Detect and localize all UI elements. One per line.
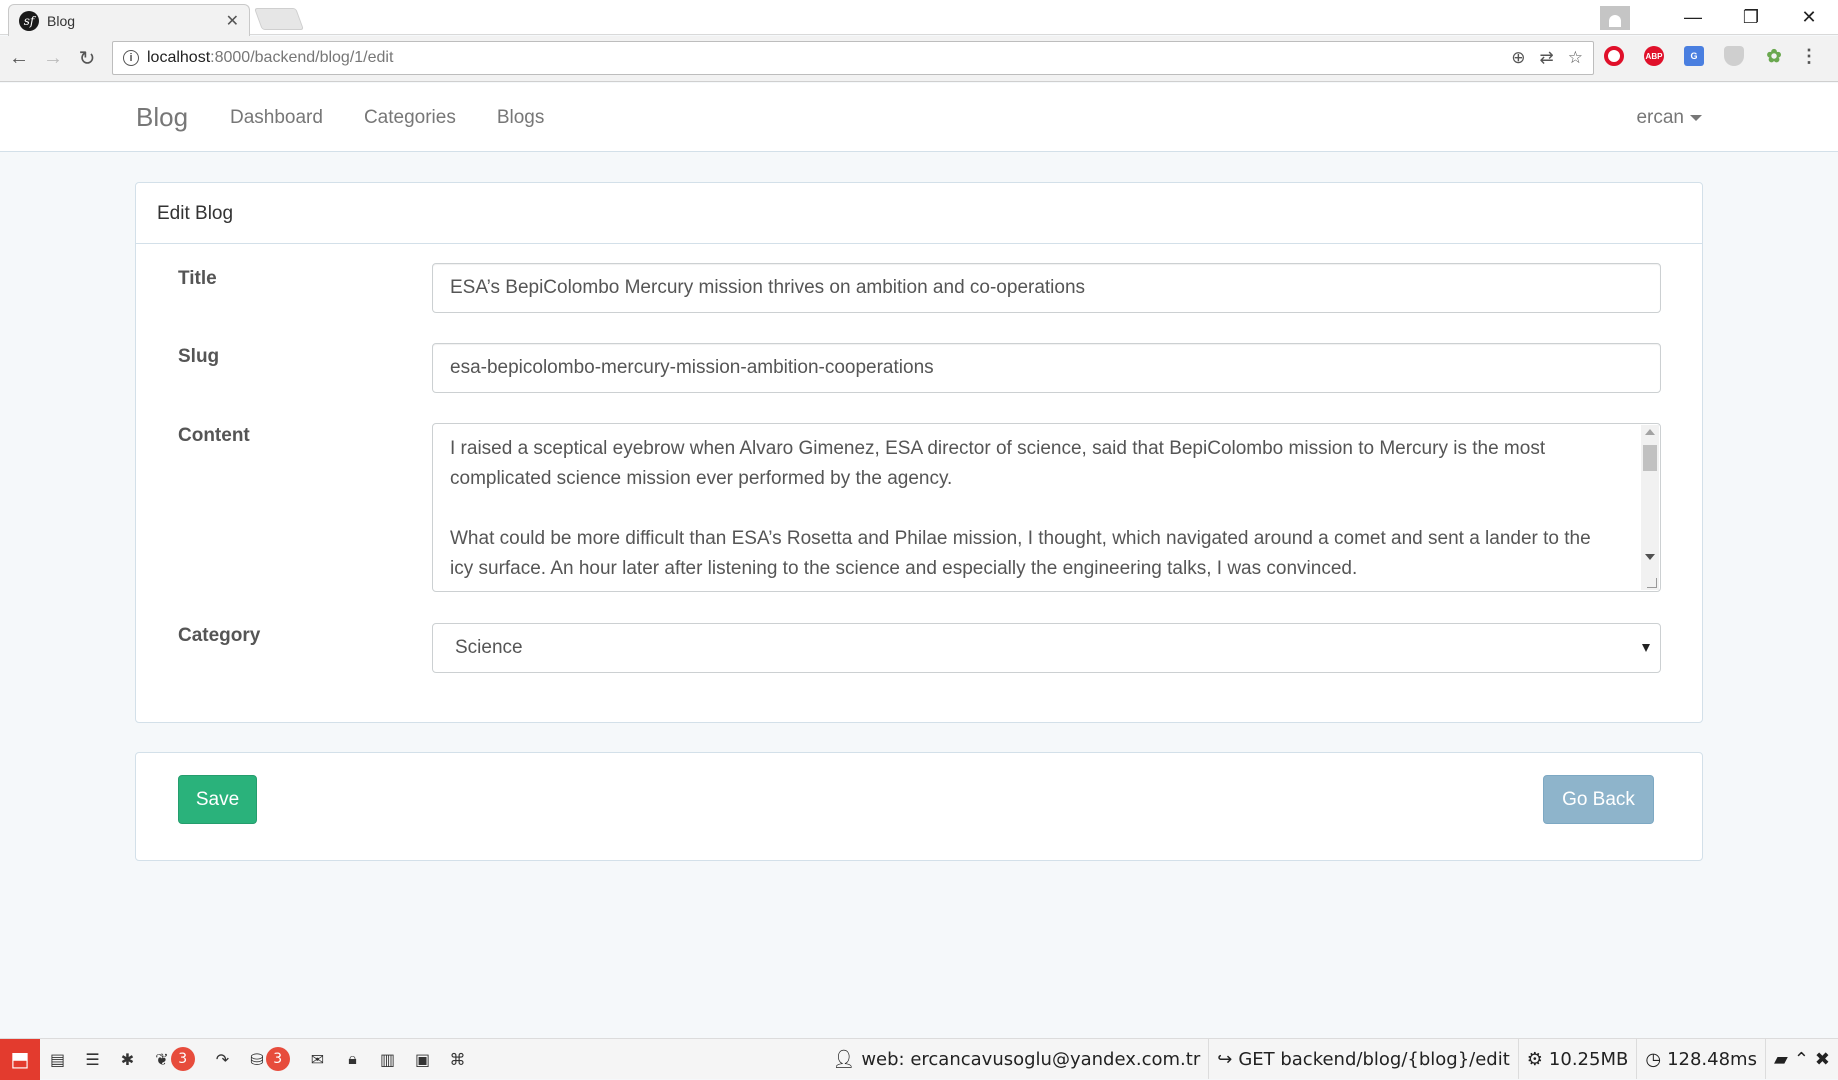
- title-input[interactable]: ESA’s BepiColombo Mercury mission thrive…: [432, 263, 1661, 313]
- form-icon[interactable]: ▥: [370, 1050, 405, 1069]
- symfony-logo-icon[interactable]: ⬒: [0, 1038, 40, 1080]
- resize-handle-icon[interactable]: [1647, 578, 1657, 588]
- doctrine-icon[interactable]: ❦ 3: [145, 1047, 205, 1071]
- window-controls: — ❐ ✕: [1600, 0, 1838, 35]
- db-count-badge: 3: [265, 1047, 290, 1071]
- lock-icon[interactable]: 🔒︎: [335, 1049, 370, 1069]
- config-icon[interactable]: ☰: [75, 1050, 110, 1069]
- mail-icon[interactable]: ✉: [300, 1050, 335, 1069]
- user-icon: 👤︎: [832, 1048, 856, 1070]
- content-paragraph: What could be more difficult than ESA’s …: [450, 528, 1591, 579]
- select-arrow-icon: [1642, 644, 1650, 652]
- url-host: localhost: [147, 49, 211, 66]
- scroll-thumb[interactable]: [1643, 445, 1657, 471]
- toolbar-controls: ▰ ⌃ ✖: [1764, 1039, 1838, 1079]
- route-text: GET backend/blog/{blog}/edit: [1238, 1048, 1510, 1070]
- browser-toolbar: ← → ↻ i localhost:8000/backend/blog/1/ed…: [0, 36, 1838, 82]
- actions-panel: Save Go Back: [135, 752, 1703, 861]
- slug-input[interactable]: esa-bepicolombo-mercury-mission-ambition…: [432, 343, 1661, 393]
- menu-icon[interactable]: ⋮: [1800, 46, 1818, 66]
- database-icon[interactable]: ⛁ 3: [240, 1047, 300, 1071]
- nav-link-blogs[interactable]: Blogs: [497, 107, 545, 129]
- route-segment[interactable]: ↪ GET backend/blog/{blog}/edit: [1208, 1039, 1518, 1079]
- extensions-area: ABP G ✿ ⋮: [1604, 46, 1818, 66]
- caret-down-icon: [1690, 114, 1702, 121]
- user-dropdown[interactable]: ercan: [1636, 107, 1702, 129]
- doctrine-count-badge: 3: [170, 1047, 195, 1071]
- bookmark-star-icon[interactable]: ☆: [1568, 48, 1583, 68]
- app-navbar: Blog Dashboard Categories Blogs ercan: [0, 83, 1838, 152]
- minimize-button[interactable]: —: [1664, 7, 1722, 28]
- leaf-icon[interactable]: ✿: [1764, 46, 1784, 66]
- zoom-icon[interactable]: ⊕: [1511, 48, 1525, 68]
- time-segment[interactable]: ◷ 128.48ms: [1636, 1039, 1765, 1079]
- abp-icon[interactable]: ABP: [1644, 46, 1664, 66]
- reload-icon[interactable]: ↻: [72, 46, 102, 71]
- url-path: :8000/backend/blog/1/edit: [210, 49, 394, 66]
- scroll-down-icon[interactable]: [1645, 554, 1655, 560]
- brand-link[interactable]: Blog: [136, 102, 188, 133]
- panel-heading: Edit Blog: [136, 183, 1702, 244]
- content-paragraph: I raised a sceptical eyebrow when Alvaro…: [450, 438, 1546, 489]
- tab-title: Blog: [47, 12, 76, 29]
- browser-tabstrip: sf Blog ✕ — ❐ ✕: [0, 0, 1838, 36]
- category-select[interactable]: Science: [432, 623, 1661, 673]
- close-tab-icon[interactable]: ✕: [226, 11, 239, 31]
- restore-button[interactable]: ❐: [1722, 7, 1780, 28]
- content-label: Content: [178, 425, 250, 446]
- redirect-icon[interactable]: ↷: [205, 1050, 240, 1069]
- clock-icon: ◷: [1645, 1048, 1662, 1070]
- memory-segment[interactable]: ⚙ 10.25MB: [1517, 1039, 1637, 1079]
- tags-icon[interactable]: ⌘: [440, 1050, 475, 1069]
- debug-toolbar-right: 👤︎ web: ercancavusoglu@yandex.com.tr ↪ GET…: [824, 1039, 1838, 1079]
- site-info-icon[interactable]: i: [123, 50, 139, 66]
- translate-icon[interactable]: ⇄: [1540, 48, 1554, 68]
- content-textarea[interactable]: I raised a sceptical eyebrow when Alvaro…: [432, 423, 1661, 592]
- nav-link-dashboard[interactable]: Dashboard: [230, 107, 323, 129]
- edit-blog-panel: Edit Blog Title ESA’s BepiColombo Mercur…: [135, 182, 1703, 723]
- category-label: Category: [178, 625, 261, 646]
- auth-segment[interactable]: 👤︎ web: ercancavusoglu@yandex.com.tr: [824, 1039, 1208, 1079]
- gears-icon: ⚙: [1526, 1048, 1543, 1070]
- route-arrow-icon: ↪: [1217, 1048, 1233, 1070]
- symfony-favicon-icon: sf: [19, 10, 39, 31]
- bug-icon[interactable]: ✱: [110, 1050, 145, 1069]
- shield-icon[interactable]: [1724, 46, 1744, 66]
- category-selected-value: Science: [455, 637, 523, 658]
- go-back-button[interactable]: Go Back: [1543, 775, 1654, 824]
- memory-text: 10.25MB: [1548, 1048, 1629, 1070]
- close-window-button[interactable]: ✕: [1780, 7, 1838, 28]
- auth-user: web: ercancavusoglu@yandex.com.tr: [861, 1048, 1201, 1070]
- profile-icon[interactable]: [1600, 5, 1630, 30]
- forward-arrow-icon[interactable]: →: [38, 47, 68, 70]
- folder-icon[interactable]: ▰: [1774, 1049, 1788, 1070]
- google-translate-icon[interactable]: G: [1684, 46, 1704, 66]
- browser-tab[interactable]: sf Blog ✕: [8, 4, 250, 36]
- textarea-scrollbar[interactable]: [1641, 425, 1659, 590]
- debug-toolbar: ⬒ ▤ ☰ ✱ ❦ 3 ↷ ⛁ 3 ✉ 🔒︎ ▥ ▣ ⌘ 👤︎ web: ercanc…: [0, 1038, 1838, 1080]
- save-button[interactable]: Save: [178, 775, 257, 824]
- chevron-up-icon[interactable]: ⌃: [1794, 1049, 1809, 1070]
- slug-label: Slug: [178, 346, 220, 367]
- nav-links: Dashboard Categories Blogs: [230, 107, 544, 129]
- title-label: Title: [178, 268, 217, 289]
- user-name: ercan: [1636, 107, 1684, 128]
- scroll-up-icon[interactable]: [1645, 429, 1655, 435]
- time-text: 128.48ms: [1667, 1048, 1757, 1070]
- opera-icon[interactable]: [1604, 46, 1624, 66]
- close-icon[interactable]: ✖: [1815, 1049, 1830, 1070]
- address-bar[interactable]: i localhost:8000/backend/blog/1/edit ⊕ ⇄…: [112, 41, 1594, 75]
- request-icon[interactable]: ▤: [40, 1050, 75, 1069]
- cache-icon[interactable]: ▣: [405, 1050, 440, 1069]
- back-arrow-icon[interactable]: ←: [4, 47, 34, 70]
- nav-link-categories[interactable]: Categories: [364, 107, 456, 129]
- new-tab-button[interactable]: [253, 8, 305, 30]
